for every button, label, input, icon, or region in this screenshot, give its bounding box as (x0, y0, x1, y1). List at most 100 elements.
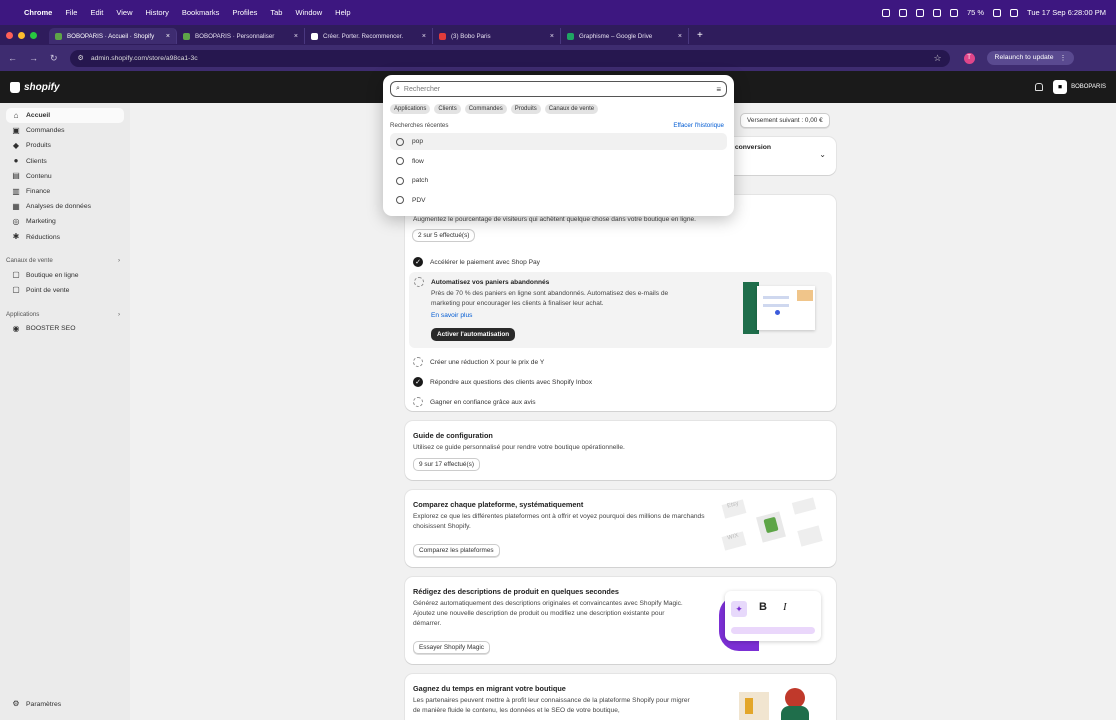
bookmark-star-icon[interactable]: ☆ (933, 53, 941, 64)
sidebar-item-parametres[interactable]: ⚙ Paramètres (0, 697, 130, 712)
search-filter-applications[interactable]: Applications (390, 104, 431, 114)
recent-search-item[interactable]: patch (390, 172, 727, 189)
sidebar-item-finance[interactable]: ▥ Finance (0, 184, 130, 199)
forward-icon[interactable]: → (29, 53, 38, 63)
sidebar-item-contenu[interactable]: ▤ Contenu (0, 169, 130, 184)
bell-icon[interactable] (1035, 83, 1044, 91)
task-inbox[interactable]: ✓ Répondre aux questions des clients avec… (413, 377, 592, 387)
menu-bookmarks[interactable]: Bookmarks (182, 8, 220, 17)
recent-searches-header: Recherches récentes Effacer l'historique (390, 122, 724, 129)
close-tab-icon[interactable]: × (422, 33, 426, 40)
menu-history[interactable]: History (146, 8, 169, 17)
relaunch-button[interactable]: Relaunch to update ⋮ (986, 51, 1075, 65)
recent-search-label: PDV (412, 196, 426, 204)
search-filter-produits[interactable]: Produits (510, 104, 541, 114)
reload-icon[interactable]: ↻ (50, 53, 58, 64)
control-center-icon[interactable] (1010, 8, 1019, 17)
section-label: Canaux de vente (6, 257, 53, 265)
task-discount[interactable]: Créer une réduction X pour le prix de Y (413, 357, 544, 367)
task-shop-pay[interactable]: ✓ Accélérer le paiement avec Shop Pay (413, 257, 540, 267)
payout-button[interactable]: Versement suivant : 0,00 € (740, 113, 830, 128)
more-menu-icon[interactable]: ⋮ (1060, 54, 1067, 62)
menu-window[interactable]: Window (295, 8, 322, 17)
close-tab-icon[interactable]: × (294, 33, 298, 40)
shopify-logo[interactable]: shopify (10, 81, 60, 93)
grid-icon[interactable] (915, 8, 924, 17)
applications-header[interactable]: Applications › (0, 307, 130, 321)
sales-channels-header[interactable]: Canaux de vente › (0, 254, 130, 268)
activate-automation-button[interactable]: Activer l'automatisation (431, 328, 516, 341)
menu-help[interactable]: Help (335, 8, 350, 17)
bluetooth-icon[interactable] (949, 8, 958, 17)
section-label: Applications (6, 310, 40, 318)
sidebar-item-marketing[interactable]: ◎ Marketing (0, 214, 130, 229)
clock[interactable]: Tue 17 Sep 6:28:00 PM (1027, 8, 1106, 17)
tab-shopify-accueil[interactable]: BOBOPARIS · Accueil · Shopify × (49, 28, 177, 44)
site-info-icon[interactable]: ⚙ (78, 54, 84, 62)
recent-search-item[interactable]: PDV (390, 192, 727, 209)
learn-more-link[interactable]: En savoir plus (431, 312, 472, 319)
menu-profiles[interactable]: Profiles (232, 8, 257, 17)
sidebar-item-commandes[interactable]: ▣ Commandes (0, 123, 130, 138)
task-reviews[interactable]: Gagner en confiance grâce aux avis (413, 397, 536, 407)
search-filter-commandes[interactable]: Commandes (464, 104, 507, 114)
wifi-icon[interactable] (993, 8, 1002, 17)
url-field[interactable]: ⚙ admin.shopify.com/store/a98ca1-3c ☆ (69, 49, 950, 67)
drive-favicon-icon (567, 32, 574, 40)
sidebar-item-point-de-vente[interactable]: ▢ Point de vente (0, 283, 130, 298)
shopify-bag-icon (10, 81, 20, 93)
close-tab-icon[interactable]: × (678, 33, 682, 40)
compare-platforms-button[interactable]: Comparez les plateformes (413, 544, 500, 557)
sidebar-item-produits[interactable]: ◆ Produits (0, 138, 130, 153)
menu-tab[interactable]: Tab (270, 8, 282, 17)
setup-guide-card[interactable]: Guide de configuration Utilisez ce guide… (405, 421, 836, 480)
search-input[interactable]: ⌕ Rechercher ≡ (390, 81, 727, 97)
zoom-window-button[interactable] (30, 31, 37, 39)
menu-edit[interactable]: Edit (90, 8, 103, 17)
tab-creer-porter[interactable]: Créer. Porter. Recommencer. × (305, 28, 433, 44)
dashed-circle-icon (413, 397, 423, 407)
sidebar-item-booster-seo[interactable]: ◉ BOOSTER SEO (0, 321, 130, 336)
tab-title: BOBOPARIS · Personnaliser (195, 32, 275, 40)
menu-view[interactable]: View (116, 8, 132, 17)
sidebar-item-analyses-de-donnees[interactable]: ▦ Analyses de données (0, 199, 130, 214)
status-area: 75 % Tue 17 Sep 6:28:00 PM (881, 8, 1106, 17)
back-icon[interactable]: ← (8, 53, 17, 63)
filter-icon[interactable]: ≡ (716, 85, 721, 94)
sidebar-item-accueil[interactable]: ⌂ Accueil (6, 108, 124, 124)
cloud-icon[interactable] (898, 8, 907, 17)
menu-file[interactable]: File (65, 8, 77, 17)
sidebar-item-boutique-en-ligne[interactable]: ▢ Boutique en ligne (0, 268, 130, 283)
clear-history-link[interactable]: Effacer l'historique (673, 122, 724, 129)
search-filter-clients[interactable]: Clients (434, 104, 461, 114)
chevron-down-icon[interactable]: ⌄ (819, 150, 826, 159)
record-icon[interactable] (881, 8, 890, 17)
store-menu[interactable]: ◼ BOBOPARIS (1053, 80, 1106, 94)
sync-icon[interactable] (932, 8, 941, 17)
search-filter-canaux-de-vente[interactable]: Canaux de vente (544, 104, 599, 114)
recent-search-item[interactable]: flow (390, 153, 727, 170)
menu-chrome[interactable]: Chrome (24, 8, 52, 17)
tab-bobo-paris[interactable]: (3) Bobo Paris × (433, 28, 561, 44)
new-tab-icon[interactable]: + (697, 30, 703, 41)
card-description: Explorez ce que les différentes platefor… (413, 513, 705, 530)
close-tab-icon[interactable]: × (166, 33, 170, 40)
profile-avatar[interactable]: T (963, 52, 975, 64)
check-icon: ✓ (413, 377, 423, 387)
tab-google-drive[interactable]: Graphisme – Google Drive × (561, 28, 689, 44)
task-abandoned-carts[interactable]: Automatisez vos paniers abandonnés (414, 277, 549, 287)
tab-shopify-personnaliser[interactable]: BOBOPARIS · Personnaliser × (177, 28, 305, 44)
magic-editor-illustration: ✦ B I (717, 591, 823, 651)
close-tab-icon[interactable]: × (550, 33, 554, 40)
sidebar-item-clients[interactable]: ● Clients (0, 154, 130, 169)
inbox-icon: ▣ (12, 125, 20, 135)
sidebar-item-reductions[interactable]: ✱ Réductions (0, 230, 130, 245)
clock-icon (396, 176, 404, 185)
platform-logos-illustration: Etsy WIX (715, 496, 830, 562)
minimize-window-button[interactable] (18, 31, 25, 39)
progress-badge: 2 sur 5 effectué(s) (413, 230, 475, 241)
recent-search-item[interactable]: pop (390, 133, 727, 150)
tab-title: BOBOPARIS · Accueil · Shopify (67, 32, 155, 40)
try-shopify-magic-button[interactable]: Essayer Shopify Magic (413, 641, 490, 654)
close-window-button[interactable] (6, 31, 13, 39)
